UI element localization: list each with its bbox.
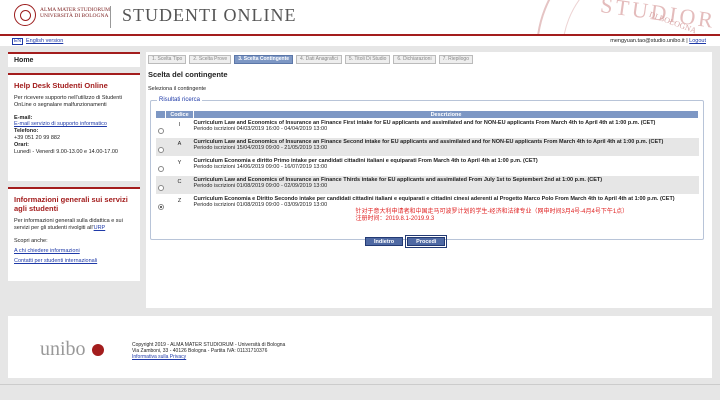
row-radio-cell: [155, 194, 166, 220]
footer-text: Copyright 2019 - ALMA MATER STUDIORUM - …: [132, 342, 285, 360]
unibo-logo-dot-icon: [92, 344, 104, 356]
row-title: Curriculum Economia e Diritto Secondo in…: [193, 196, 675, 202]
table-row[interactable]: I Curriculum Law and Economics of Insura…: [155, 118, 699, 138]
privacy-link[interactable]: Informativa sulla Privacy: [132, 354, 186, 360]
table-row[interactable]: A Curriculum Law and Economics of Insura…: [155, 137, 699, 157]
row-code: C: [165, 175, 194, 195]
phone-label: Telefono:: [14, 128, 39, 135]
step-6: 6. Dichiarazioni: [393, 55, 436, 64]
code-column-header: Codice: [165, 110, 194, 119]
university-name-line2: UNIVERSITÀ DI BOLOGNA: [40, 13, 109, 19]
support-email-link[interactable]: E-mail servizio di supporto informatico: [14, 121, 134, 128]
page-bottom-divider: [0, 384, 720, 385]
handwritten-annotation: 针对于意大利申请者和中国走马可波罗计划的学生-经济和法律专业（网申时间3月4号-…: [356, 209, 629, 223]
student-info-text: Per informazioni generali sulla didattic…: [14, 218, 134, 232]
row-code: Z: [165, 194, 194, 220]
hours-label: Orari:: [14, 141, 29, 148]
wizard-steps: 1. Scelta Tipo 2. Scelta Prove 3. Scelta…: [148, 55, 473, 64]
row-period: Periodo iscrizioni 01/08/2019 09:00 - 03…: [193, 202, 328, 209]
help-desk-title: Help Desk Studenti Online: [14, 81, 108, 90]
main-panel: 1. Scelta Tipo 2. Scelta Prove 3. Scelta…: [146, 52, 712, 308]
who-to-ask-link[interactable]: A chi chiedere informazioni: [14, 248, 134, 254]
table-row[interactable]: Z Curriculum Economia e Diritto Secondo …: [155, 194, 699, 223]
contingent-radio-i[interactable]: [157, 128, 164, 134]
international-contacts-link[interactable]: Contatti per studenti internazionali: [14, 258, 134, 264]
row-code: A: [165, 137, 194, 157]
logout-link[interactable]: Logout: [689, 38, 706, 44]
sidebar: Home Help Desk Studenti Online Per ricev…: [8, 52, 140, 287]
row-description: Curriculum Economia e diritto Primo inta…: [193, 156, 699, 176]
page-header: STUDIOR DI BOLOGNA ALMA MATER STUDIORUM …: [0, 0, 720, 34]
student-info-title: Informazioni generali sui servizi agli s…: [14, 195, 128, 213]
opening-hours: Lunedì - Venerdì 9.00-13.00 e 14.00-17.0…: [14, 148, 118, 155]
contingent-radio-c[interactable]: [157, 185, 164, 191]
step-2[interactable]: 2. Scelta Prove: [189, 55, 232, 64]
back-button[interactable]: Indietro: [365, 237, 404, 246]
contingent-radio-z-selected[interactable]: [157, 204, 164, 210]
step-3-active: 3. Scelta Contingente: [234, 55, 294, 64]
contingent-radio-a[interactable]: [157, 147, 164, 153]
language-bar: EN English version mengyuan.tao@studio.u…: [0, 36, 720, 46]
student-info-box: Informazioni generali sui servizi agli s…: [8, 187, 140, 281]
radio-column-header: [155, 110, 166, 119]
table-row[interactable]: C Curriculum Law and Economics of Insura…: [155, 175, 699, 195]
row-title: Curriculum Economia e diritto Primo inta…: [193, 158, 538, 164]
row-description: Curriculum Economia e Diritto Secondo in…: [193, 194, 699, 223]
row-radio-cell: [155, 175, 166, 195]
help-desk-box: Help Desk Studenti Online Per ricevere s…: [8, 73, 140, 181]
annotation-line-1: 针对于意大利申请者和中国走马可波罗计划的学生-经济和法律专业（网申时间3月4号-…: [355, 209, 629, 215]
table-row[interactable]: Y Curriculum Economia e diritto Primo in…: [155, 156, 699, 176]
english-version-link[interactable]: English version: [26, 38, 63, 44]
home-box: Home: [8, 52, 140, 67]
row-title: Curriculum Law and Economics of Insuranc…: [193, 120, 656, 126]
step-1[interactable]: 1. Scelta Tipo: [148, 55, 187, 64]
university-logo-icon[interactable]: [14, 4, 36, 26]
student-info-text-body: Per informazioni generali sulla didattic…: [14, 218, 123, 231]
university-name: ALMA MATER STUDIORUM UNIVERSITÀ DI BOLOG…: [40, 7, 110, 19]
row-period: Periodo iscrizioni 15/04/2019 09:00 - 21…: [193, 145, 328, 152]
home-link[interactable]: Home: [14, 57, 33, 64]
contingent-radio-y[interactable]: [157, 166, 164, 172]
header-divider: [110, 6, 111, 28]
row-description: Curriculum Law and Economics of Insuranc…: [193, 175, 699, 195]
proceed-button[interactable]: Procedi: [405, 235, 448, 248]
page-footer: unibo Copyright 2019 - ALMA MATER STUDIO…: [8, 316, 712, 378]
unibo-logo-text: unibo: [40, 338, 86, 360]
step-7: 7. Riepilogo: [438, 55, 473, 64]
row-title: Curriculum Law and Economics of Insuranc…: [193, 139, 664, 145]
results-fieldset: Risultati ricerca Codice Descrizione I C…: [150, 97, 704, 240]
results-table: Codice Descrizione I Curriculum Law and …: [155, 110, 699, 223]
user-email: mengyuan.tao@studio.unibo.it: [610, 38, 685, 44]
row-code: Y: [165, 156, 194, 176]
unibo-logo[interactable]: unibo: [24, 332, 114, 362]
row-radio-cell: [155, 118, 166, 138]
row-code: I: [165, 118, 194, 138]
phone-number: +39 051 20 99 882: [14, 134, 61, 141]
row-radio-cell: [155, 137, 166, 157]
row-period: Periodo iscrizioni 14/06/2019 09:00 - 16…: [193, 164, 328, 171]
row-title: Curriculum Law and Economics of Insuranc…: [193, 177, 603, 183]
row-radio-cell: [155, 156, 166, 176]
row-description: Curriculum Law and Economics of Insuranc…: [193, 137, 699, 157]
form-buttons: Indietro Procedi: [365, 235, 448, 248]
annotation-line-2: 注册时间：2019.8.1-2019.9.3: [355, 216, 435, 222]
page-subtitle: Seleziona il contingente: [148, 86, 207, 92]
urp-link[interactable]: URP: [94, 225, 106, 231]
discover-label: Scopri anche:: [14, 237, 48, 244]
row-description: Curriculum Law and Economics of Insuranc…: [193, 118, 699, 138]
help-desk-intro: Per ricevere supporto nell'utilizzo di S…: [14, 95, 123, 108]
email-label: E-mail:: [14, 114, 33, 121]
user-area: mengyuan.tao@studio.unibo.it | Logout: [610, 38, 706, 44]
row-period: Periodo iscrizioni 01/08/2019 09:00 - 02…: [193, 183, 328, 190]
row-period: Periodo iscrizioni 04/03/2019 16:00 - 04…: [193, 126, 328, 133]
step-5: 5. Titoli Di Studio: [344, 55, 391, 64]
results-legend: Risultati ricerca: [157, 97, 203, 103]
table-header-row: Codice Descrizione: [155, 110, 699, 119]
description-column-header: Descrizione: [193, 110, 699, 119]
english-flag-icon[interactable]: EN: [12, 38, 23, 45]
app-title: STUDENTI ONLINE: [122, 5, 297, 25]
page-title: Scelta del contingente: [148, 70, 228, 79]
step-4: 4. Dati Anagrafici: [296, 55, 342, 64]
